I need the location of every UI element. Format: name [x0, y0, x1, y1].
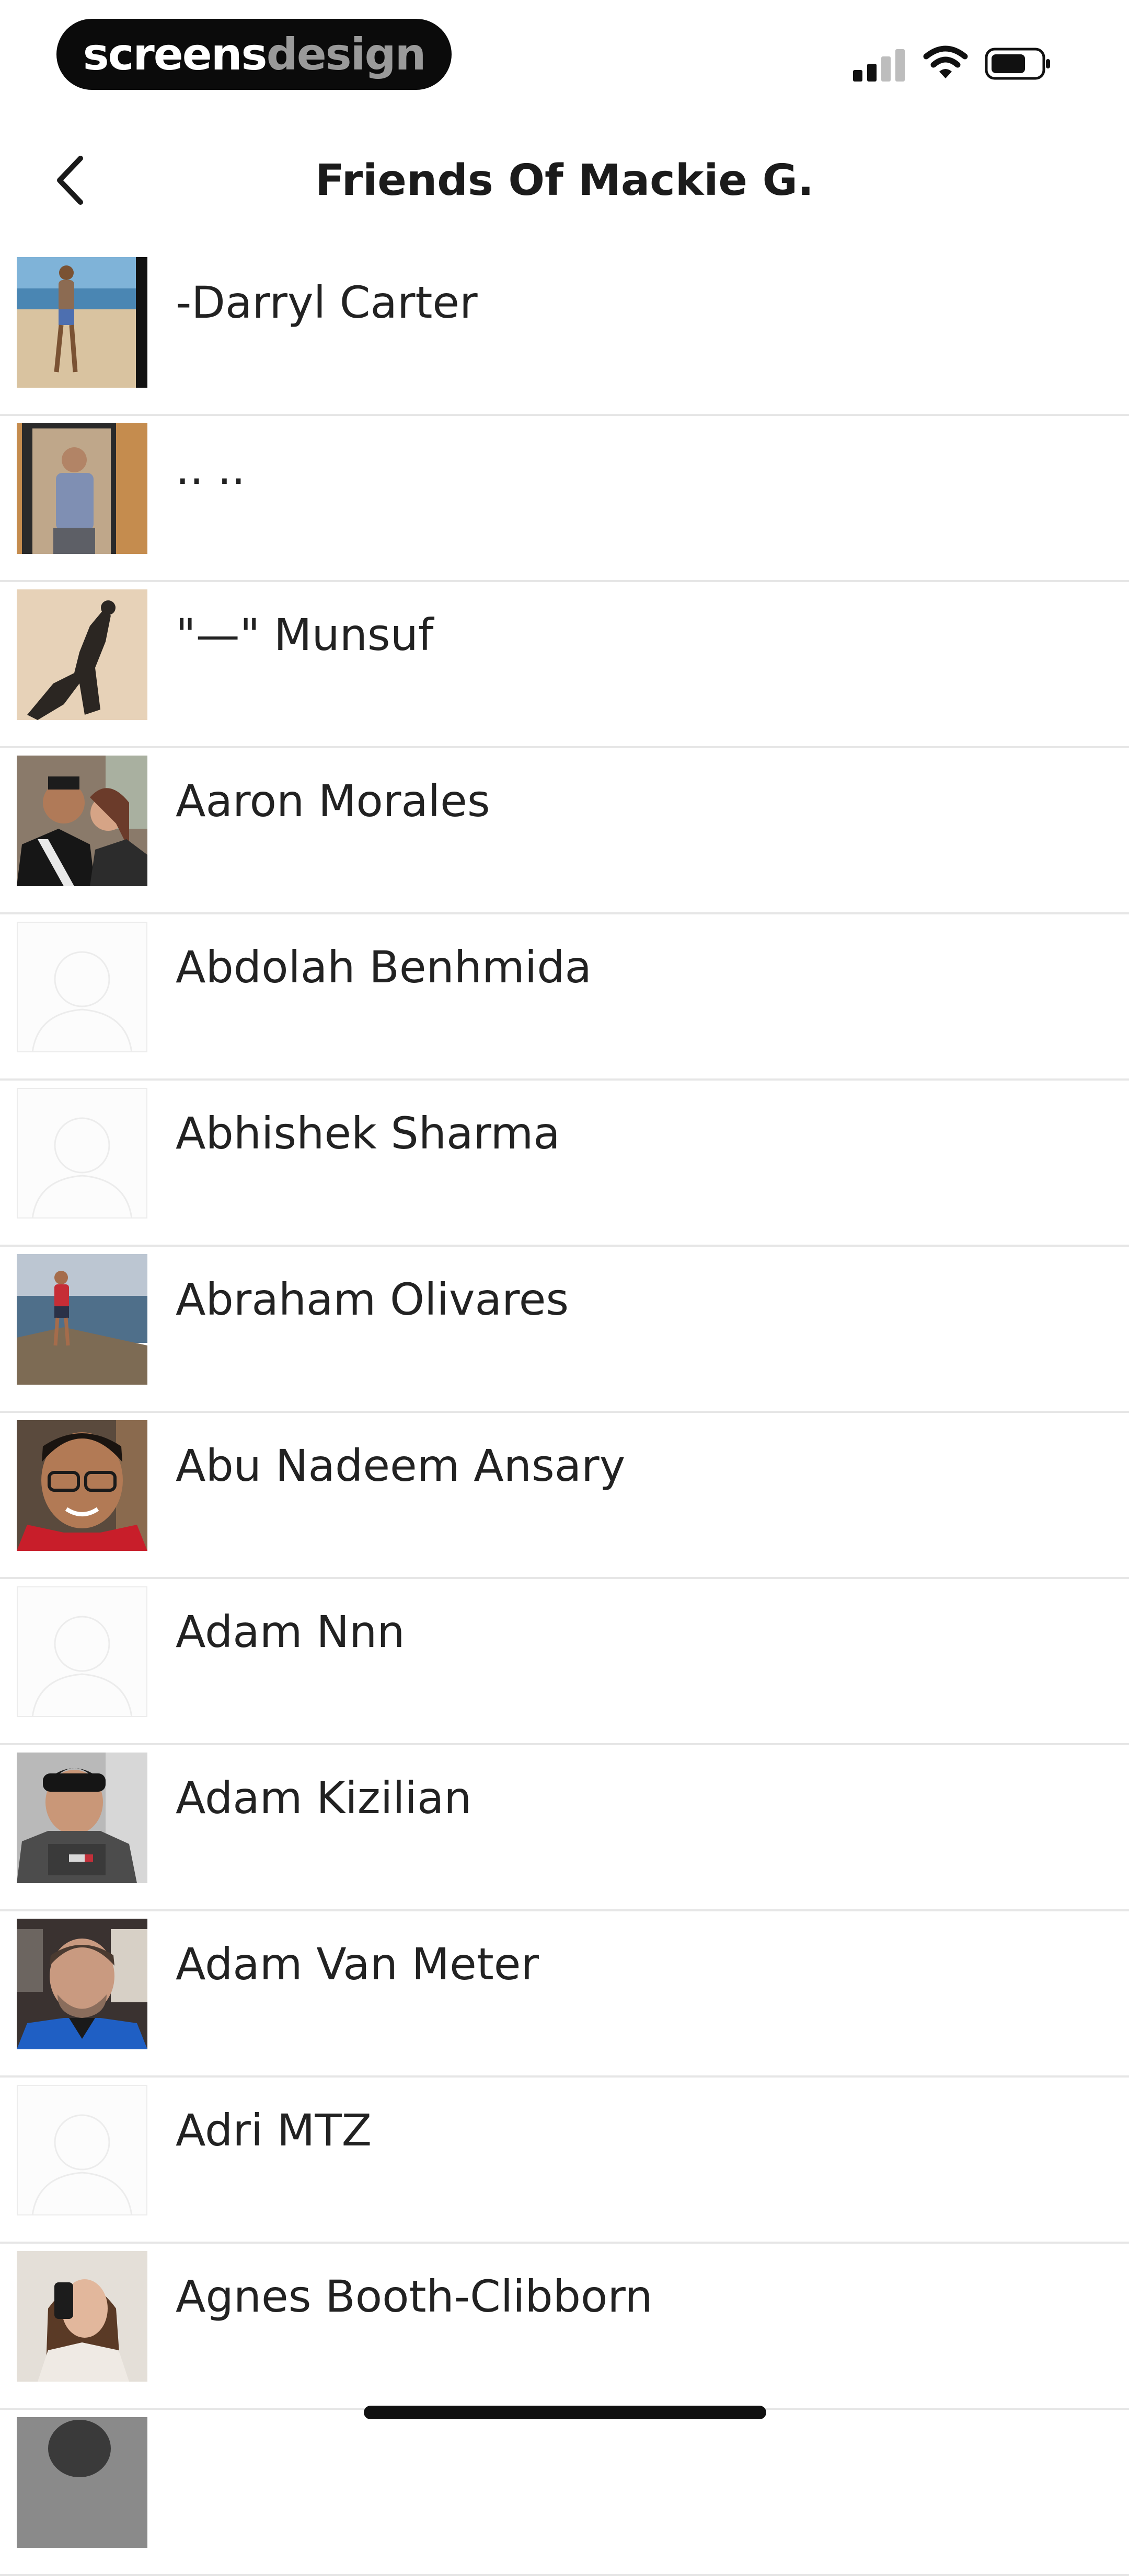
friend-name: Abdolah Benhmida [176, 942, 592, 993]
avatar [17, 257, 147, 388]
friend-row[interactable]: Aaron Morales [0, 748, 1129, 914]
friend-row[interactable]: Abdolah Benhmida [0, 914, 1129, 1081]
status-bar: screens design [0, 0, 1129, 115]
avatar [17, 1254, 147, 1385]
friend-name: Abhishek Sharma [176, 1108, 560, 1159]
brand-logo-secondary: design [266, 29, 427, 80]
friend-name: Aaron Morales [176, 775, 490, 827]
friend-name: .. .. [176, 443, 246, 494]
friend-row[interactable]: Abu Nadeem Ansary [0, 1413, 1129, 1579]
friend-list: -Darryl Carter .. .. "—" Munsuf Aaron Mo… [0, 250, 1129, 2576]
friend-row[interactable]: Adam Van Meter [0, 1911, 1129, 2078]
friend-name: Agnes Booth-Clibborn [176, 2271, 653, 2322]
avatar-placeholder [17, 1586, 147, 1717]
friend-name: Abraham Olivares [176, 1274, 569, 1325]
avatar-placeholder [17, 1088, 147, 1219]
avatar [17, 2251, 147, 2382]
friend-row[interactable]: Adam Nnn [0, 1579, 1129, 1745]
avatar [17, 423, 147, 554]
friend-name: -Darryl Carter [176, 277, 478, 328]
friend-row[interactable]: "—" Munsuf [0, 582, 1129, 748]
avatar [17, 589, 147, 720]
cellular-signal-icon [853, 48, 905, 82]
battery-icon [985, 48, 1050, 80]
wifi-icon [923, 45, 968, 78]
page-title: Friends Of Mackie G. [315, 156, 814, 205]
friend-row[interactable]: Agnes Booth-Clibborn [0, 2244, 1129, 2410]
friend-name: "—" Munsuf [176, 609, 434, 660]
friend-name: Adam Nnn [176, 1606, 405, 1657]
friend-row[interactable]: -Darryl Carter [0, 250, 1129, 416]
friend-name: Abu Nadeem Ansary [176, 1440, 626, 1491]
avatar-placeholder [17, 2085, 147, 2215]
brand-logo: screens design [56, 19, 452, 90]
friend-row[interactable]: Abhishek Sharma [0, 1081, 1129, 1247]
avatar [17, 756, 147, 886]
avatar [17, 2417, 147, 2548]
avatar [17, 1420, 147, 1551]
avatar [17, 1919, 147, 2049]
friend-name: Adri MTZ [176, 2105, 372, 2156]
friend-row[interactable]: Abraham Olivares [0, 1247, 1129, 1413]
friend-row[interactable] [0, 2410, 1129, 2576]
friend-row[interactable]: Adri MTZ [0, 2078, 1129, 2244]
friend-name: Adam Kizilian [176, 1772, 472, 1824]
friend-name: Adam Van Meter [176, 1939, 539, 1990]
navigation-header: Friends Of Mackie G. [0, 125, 1129, 246]
brand-logo-primary: screens [83, 29, 268, 80]
friend-row[interactable]: .. .. [0, 416, 1129, 582]
avatar-placeholder [17, 922, 147, 1052]
avatar [17, 1753, 147, 1883]
home-indicator[interactable] [364, 2406, 766, 2419]
friend-row[interactable]: Adam Kizilian [0, 1745, 1129, 1911]
